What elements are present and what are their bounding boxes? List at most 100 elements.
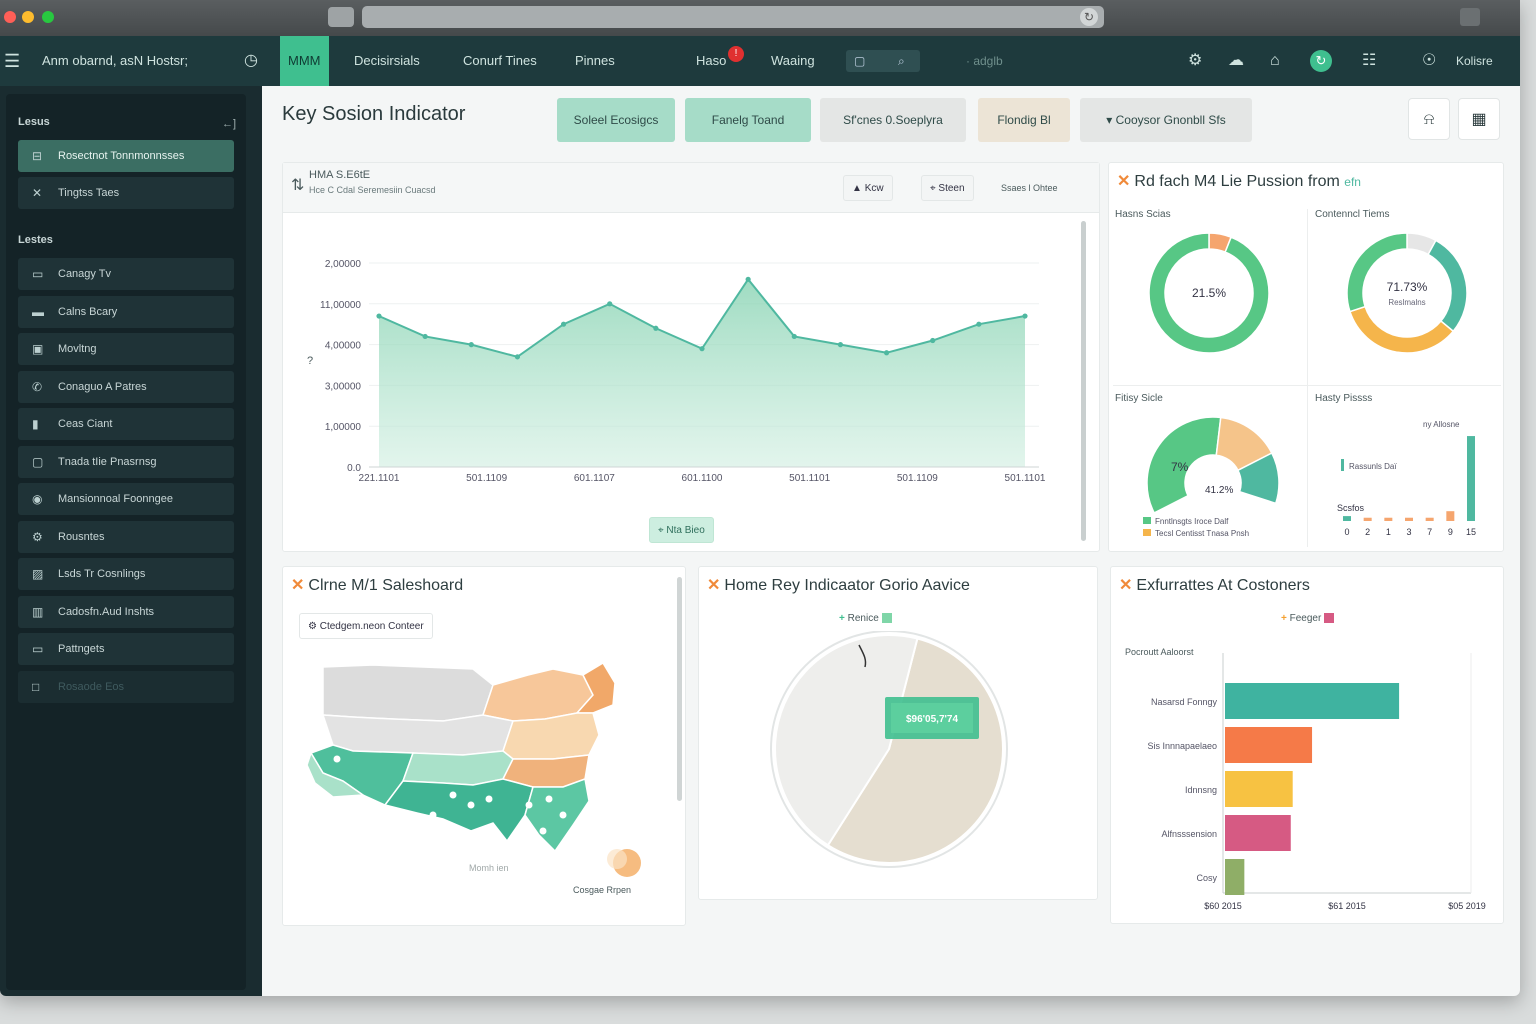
close-window-button[interactable] <box>4 11 16 23</box>
sidebar-item-9[interactable]: ▥ Cadosfn.Aud Inshts <box>18 595 234 628</box>
clock-icon[interactable]: ◷ <box>244 36 258 86</box>
bar[interactable] <box>1225 771 1293 807</box>
filter-dropdown[interactable]: ▾ Cooysor Gnonbll Sfs <box>1080 98 1252 142</box>
data-point[interactable] <box>791 333 797 340</box>
data-point[interactable] <box>837 342 844 348</box>
bar[interactable] <box>1225 727 1313 763</box>
minimize-window-button[interactable] <box>22 11 34 23</box>
nav-tab-4[interactable]: Pinnes <box>567 36 623 86</box>
sidebar-item-8[interactable]: ▨ Lsds Tr Cosnlings <box>18 558 234 590</box>
trend-button-c[interactable]: Ssaes l Ohtee <box>1001 183 1058 193</box>
sidebar-item-label: Canagy Tv <box>58 268 111 280</box>
reload-icon[interactable]: ↻ <box>1080 8 1098 26</box>
data-point[interactable] <box>468 342 474 348</box>
data-point[interactable] <box>699 346 705 352</box>
mini-bar[interactable] <box>1405 517 1413 521</box>
legend-swatch <box>881 613 892 624</box>
data-point[interactable] <box>560 321 567 327</box>
refresh-icon[interactable]: ↻ <box>1310 50 1332 72</box>
mini-bar[interactable] <box>1363 517 1372 521</box>
nav-tab-2[interactable]: Decisirsials <box>346 36 428 86</box>
map-region[interactable] <box>383 778 534 843</box>
filter-button-1[interactable]: Soleel Ecosigcs <box>557 98 675 142</box>
donut-slice[interactable] <box>1427 239 1468 333</box>
trend-scrollbar[interactable] <box>1081 221 1086 541</box>
close-icon[interactable]: ✕ <box>707 577 720 594</box>
sort-icon[interactable]: ⇅ <box>291 175 304 195</box>
nav-search-box[interactable]: ▢ ⌕ <box>846 50 920 72</box>
map-region[interactable] <box>524 777 590 853</box>
square-icon[interactable]: ▢ <box>854 50 865 72</box>
data-point[interactable] <box>422 333 428 340</box>
filter-label: ▾ Cooysor Gnonbll Sfs <box>1106 113 1226 127</box>
mini-bar[interactable] <box>1384 517 1393 521</box>
sidebar-item-3[interactable]: ✆ Conaguo A Patres <box>18 370 234 403</box>
close-icon[interactable]: ✕ <box>1117 173 1130 190</box>
mini-bar[interactable] <box>1425 517 1434 521</box>
mini-bar[interactable] <box>1467 436 1475 521</box>
donut-slice[interactable] <box>1348 305 1455 354</box>
sidebar-item-5[interactable]: ▢ Tnada tIie Pnasrnsg <box>18 445 234 478</box>
data-point[interactable] <box>883 350 890 356</box>
map-filter-chip[interactable]: ⚙ Ctedgem.neon Conteer <box>299 613 433 639</box>
filter-button-2[interactable]: Fanelg Toand <box>685 98 811 142</box>
bar[interactable] <box>1225 815 1291 851</box>
mini-bar[interactable] <box>1343 516 1351 521</box>
bar[interactable] <box>1225 859 1245 895</box>
trend-footer-chip[interactable]: ⌖ Nta Bieo <box>649 517 714 543</box>
sidebar-item-2[interactable]: ▣ Movltng <box>18 333 234 365</box>
close-icon[interactable]: ✕ <box>1119 577 1132 594</box>
map-title-text: Clrne M/1 Saleshoard <box>308 577 464 594</box>
sidebar-item-top-0[interactable]: ⊟ Rosectnot Tonnmonnsses <box>18 140 234 172</box>
grid-view-icon[interactable]: ▦ <box>1458 98 1500 140</box>
sidebar-item-0[interactable]: ▭ Canagy Tv <box>18 258 234 290</box>
sidebar-item-4[interactable]: ▮ Ceas Ciant <box>18 408 234 440</box>
data-point[interactable] <box>745 276 751 282</box>
sidebar-item-11[interactable]: □ Rosaode Eos <box>18 670 234 703</box>
nav-tab-1[interactable]: MMM <box>280 36 329 86</box>
hamburger-menu-icon[interactable]: ☰ <box>4 36 20 86</box>
window-menu-icon[interactable] <box>1460 8 1480 26</box>
nav-tab-3[interactable]: Conurf Tines <box>455 36 545 86</box>
camera-icon[interactable] <box>328 7 354 27</box>
map-region[interactable] <box>322 664 494 722</box>
data-point[interactable] <box>376 313 382 319</box>
sidebar-item-7[interactable]: ⚙ Rousntes <box>18 520 234 553</box>
maximize-window-button[interactable] <box>42 11 54 23</box>
data-point[interactable] <box>653 325 659 331</box>
bell-icon[interactable]: ⍾ <box>1408 98 1450 140</box>
collapse-icon[interactable]: ←] <box>222 118 236 130</box>
trend-button-a[interactable]: ▲ Kcw <box>843 175 893 201</box>
nav-tab-6[interactable]: Waaing <box>763 36 823 86</box>
data-point[interactable] <box>930 337 936 344</box>
cloud-icon[interactable]: ☁ <box>1228 36 1244 86</box>
data-point[interactable] <box>976 321 982 327</box>
sidebar-item-1[interactable]: ▬ Calns Bcary <box>18 295 234 328</box>
data-point[interactable] <box>514 354 521 360</box>
bar[interactable] <box>1225 683 1400 719</box>
data-point[interactable] <box>1022 313 1028 319</box>
sidebar-item-6[interactable]: ◉ Mansionnoal Foonngee <box>18 483 234 515</box>
map-region[interactable] <box>321 714 514 756</box>
sidebar-item-10[interactable]: ▭ Pattngets <box>18 633 234 665</box>
data-point[interactable] <box>607 301 613 307</box>
trend-button-b[interactable]: ⌖ Steen <box>921 175 974 201</box>
nav-tab-5[interactable]: Haso <box>688 36 734 86</box>
user-menu[interactable]: Kolisre <box>1456 36 1493 86</box>
y-tick-label: 1,00000 <box>325 422 362 433</box>
mini-bar[interactable] <box>1446 511 1455 521</box>
address-bar[interactable]: ↻ <box>362 6 1104 28</box>
donuts-panel: ✕ Rd fach M4 Lie Pussion from efn Hasns S… <box>1108 162 1504 552</box>
map-scrollbar[interactable] <box>677 577 682 801</box>
settings-icon[interactable]: ⚙ <box>1188 36 1202 86</box>
alert-badge[interactable]: ! <box>728 46 744 62</box>
filter-button-4[interactable]: Flondig Bl <box>978 98 1070 142</box>
tags-icon[interactable]: ☷ <box>1362 36 1376 86</box>
globe-icon[interactable]: ☉ <box>1422 36 1436 86</box>
close-icon[interactable]: ✕ <box>291 577 304 594</box>
divider <box>1307 209 1308 547</box>
filter-button-3[interactable]: Sf'cnes 0.Soeplyra <box>820 98 966 142</box>
sidebar-item-top-1[interactable]: ✕ Tingtss Taes <box>18 177 234 209</box>
search-icon[interactable]: ⌕ <box>898 50 905 72</box>
home-icon[interactable]: ⌂ <box>1270 36 1280 86</box>
